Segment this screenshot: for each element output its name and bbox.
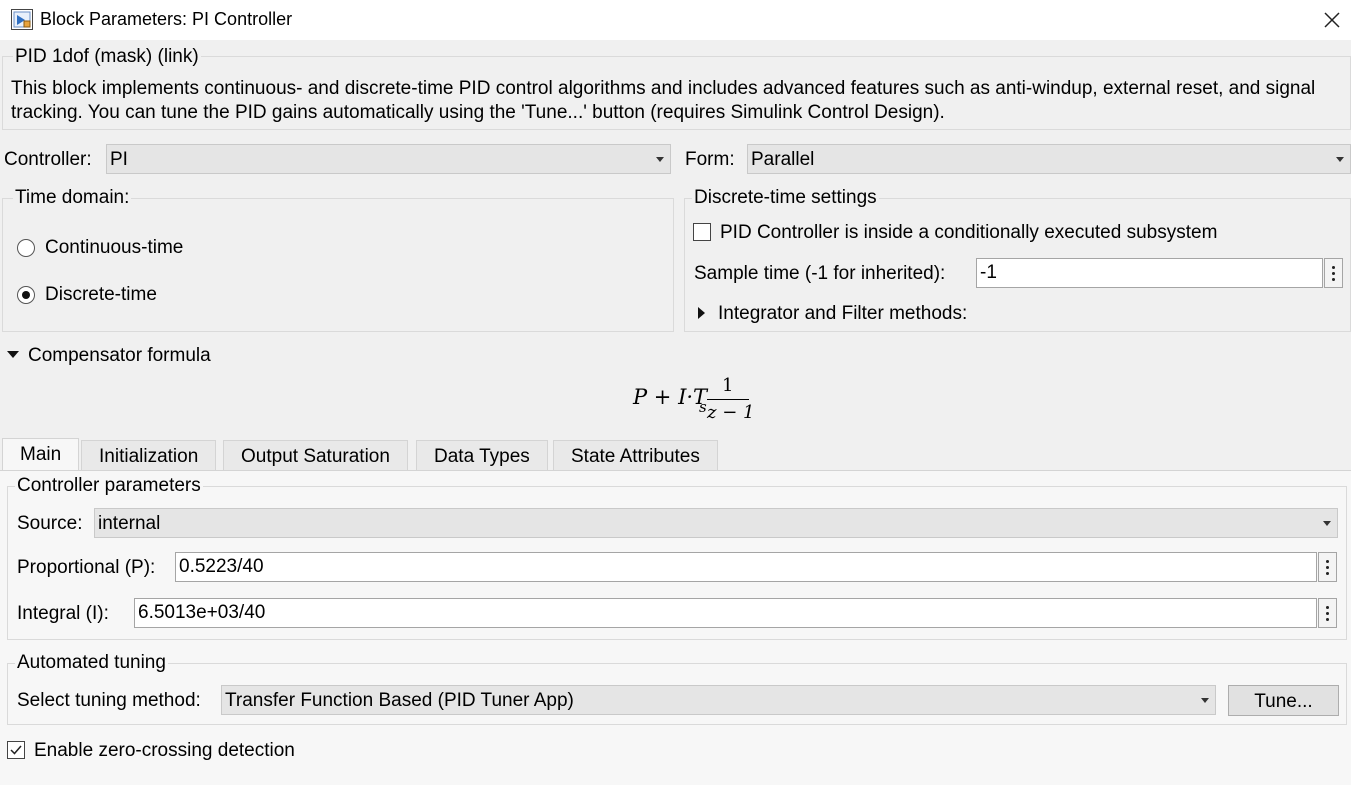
mask-header: PID 1dof (mask) (link) xyxy=(13,46,201,68)
zero-crossing-label[interactable]: Enable zero-crossing detection xyxy=(34,740,295,762)
conditional-subsystem-checkbox[interactable] xyxy=(693,223,711,241)
controller-parameters-title: Controller parameters xyxy=(15,475,203,497)
tuning-method-value: Transfer Function Based (PID Tuner App) xyxy=(225,690,574,711)
expand-arrow-icon[interactable] xyxy=(698,307,705,319)
proportional-input[interactable] xyxy=(175,552,1317,582)
continuous-time-radio[interactable] xyxy=(17,239,35,257)
time-domain-title: Time domain: xyxy=(13,187,132,209)
integrator-methods-label[interactable]: Integrator and Filter methods: xyxy=(718,303,967,325)
collapse-arrow-icon[interactable] xyxy=(7,351,19,358)
form-dropdown[interactable]: Parallel xyxy=(747,144,1351,174)
close-icon[interactable] xyxy=(1318,6,1346,34)
form-value: Parallel xyxy=(751,149,815,170)
tab-main[interactable]: Main xyxy=(2,438,80,471)
chevron-down-icon xyxy=(1336,157,1344,162)
more-options-icon[interactable] xyxy=(1318,598,1337,628)
tab-data-types[interactable]: Data Types xyxy=(416,440,548,470)
discrete-time-radio[interactable] xyxy=(17,286,35,304)
form-label: Form: xyxy=(685,149,735,170)
tuning-method-dropdown[interactable]: Transfer Function Based (PID Tuner App) xyxy=(221,685,1216,715)
integral-label: Integral (I): xyxy=(17,603,109,624)
proportional-label: Proportional (P): xyxy=(17,557,156,578)
integral-input[interactable] xyxy=(134,598,1317,628)
formula-terms: P + I·T xyxy=(633,385,708,409)
compensator-formula: P + I·T s 1 z − 1 xyxy=(633,375,755,425)
simulink-block-icon xyxy=(11,9,33,30)
tune-button[interactable]: Tune... xyxy=(1228,685,1339,716)
chevron-down-icon xyxy=(1323,521,1331,526)
tab-initialization[interactable]: Initialization xyxy=(81,440,217,470)
controller-dropdown[interactable]: PI xyxy=(106,144,671,174)
discrete-time-label[interactable]: Discrete-time xyxy=(45,284,157,306)
source-dropdown[interactable]: internal xyxy=(94,508,1338,538)
discrete-settings-title: Discrete-time settings xyxy=(692,187,879,209)
zero-crossing-checkbox[interactable] xyxy=(7,741,25,759)
time-domain-group xyxy=(2,198,674,332)
sample-time-input[interactable] xyxy=(976,258,1323,288)
sample-time-label: Sample time (-1 for inherited): xyxy=(694,263,946,284)
formula-subscript: s xyxy=(699,398,707,416)
window-title: Block Parameters: PI Controller xyxy=(40,9,293,29)
formula-numerator: 1 xyxy=(722,375,734,396)
formula-fraction-bar xyxy=(707,399,749,400)
controller-value: PI xyxy=(110,149,128,170)
source-label: Source: xyxy=(17,513,83,534)
more-options-icon[interactable] xyxy=(1324,258,1343,288)
tab-output-saturation[interactable]: Output Saturation xyxy=(223,440,408,470)
chevron-down-icon xyxy=(656,157,664,162)
automated-tuning-title: Automated tuning xyxy=(15,652,168,674)
continuous-time-label[interactable]: Continuous-time xyxy=(45,237,183,259)
mask-description: This block implements continuous- and di… xyxy=(11,78,1316,123)
conditional-subsystem-label[interactable]: PID Controller is inside a conditionally… xyxy=(720,222,1217,244)
chevron-down-icon xyxy=(1201,698,1209,703)
more-options-icon[interactable] xyxy=(1318,552,1337,582)
formula-denominator: z − 1 xyxy=(707,402,755,423)
tab-state-attributes[interactable]: State Attributes xyxy=(553,440,718,470)
source-value: internal xyxy=(98,513,161,534)
checkmark-icon xyxy=(10,745,22,755)
controller-label: Controller: xyxy=(4,149,92,170)
compensator-label[interactable]: Compensator formula xyxy=(28,345,211,367)
tuning-method-label: Select tuning method: xyxy=(17,690,201,711)
